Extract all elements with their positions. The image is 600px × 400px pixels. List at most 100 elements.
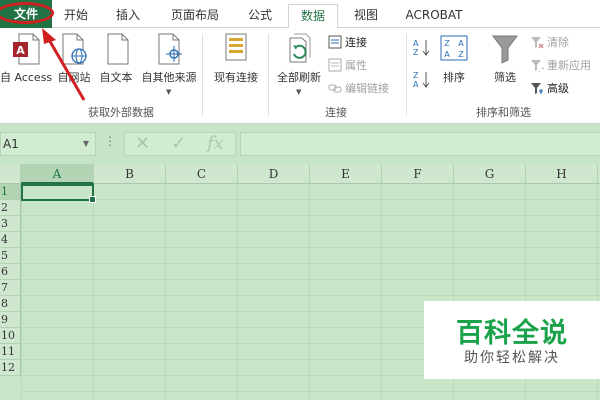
svg-text:Z: Z	[444, 39, 450, 48]
row-header[interactable]: 1	[0, 184, 21, 200]
existing-connections-icon	[225, 33, 247, 61]
tab-file[interactable]: 文件	[0, 0, 52, 28]
advanced-filter-button[interactable]: 高级	[530, 80, 569, 96]
row-header[interactable]: 7	[0, 280, 21, 296]
row-header[interactable]: 11	[0, 344, 21, 360]
access-icon: A	[13, 33, 40, 65]
from-web-label: 自网站	[57, 71, 91, 84]
ribbon-data: A 自 Access 自网站 自文本 自其他来源 ▼ 获取外部数据 现有连接 全…	[0, 28, 600, 124]
ribbon-separator	[406, 34, 407, 116]
group-label-sort-filter: 排序和筛选	[476, 106, 531, 119]
chevron-down-icon[interactable]: ▼	[83, 133, 89, 155]
row-header[interactable]: 6	[0, 264, 21, 280]
svg-text:A: A	[458, 39, 464, 48]
clear-filter-button[interactable]: 清除	[530, 34, 569, 50]
group-label-external-data: 获取外部数据	[88, 106, 154, 119]
existing-connections-label: 现有连接	[214, 71, 258, 84]
svg-text:A: A	[413, 80, 419, 88]
web-icon	[62, 33, 87, 65]
column-header[interactable]: D	[238, 164, 310, 184]
formula-input[interactable]	[240, 132, 600, 156]
row-header[interactable]: 10	[0, 328, 21, 344]
row-header[interactable]: 2	[0, 200, 21, 216]
column-header[interactable]: A	[21, 164, 94, 184]
properties-icon	[328, 58, 342, 72]
svg-text:Z: Z	[413, 48, 419, 56]
sort-ascending-button[interactable]: A Z	[412, 38, 432, 56]
from-other-sources-label: 自其他来源	[141, 71, 197, 84]
tab-home[interactable]: 开始	[54, 4, 98, 28]
edit-links-label: 编辑链接	[345, 82, 389, 95]
tab-page-layout[interactable]: 页面布局	[160, 4, 230, 28]
tab-view[interactable]: 视图	[344, 4, 388, 28]
tab-acrobat[interactable]: ACROBAT	[398, 4, 470, 28]
edit-links-icon	[328, 84, 342, 93]
sort-dialog-icon: Z A A Z	[440, 35, 468, 61]
sort-button[interactable]: Z A A Z 排序	[436, 32, 472, 85]
from-access-label: 自 Access	[0, 71, 53, 84]
chevron-down-icon: ▼	[166, 88, 172, 96]
reapply-label: 重新应用	[547, 59, 591, 72]
watermark-title: 百科全说	[456, 318, 568, 349]
sort-label: 排序	[443, 71, 465, 84]
row-header[interactable]: 3	[0, 216, 21, 232]
advanced-filter-icon	[531, 83, 543, 94]
select-all-corner[interactable]	[0, 164, 21, 184]
group-label-connections: 连接	[325, 106, 347, 119]
refresh-all-label: 全部刷新	[277, 71, 321, 84]
name-box[interactable]: A1 ▼	[0, 132, 96, 156]
properties-label: 属性	[345, 59, 367, 72]
tab-data[interactable]: 数据	[288, 4, 338, 29]
connections-label: 连接	[345, 36, 367, 49]
from-text-button[interactable]: 自文本	[96, 32, 136, 85]
formula-buttons: ✕ ✓ fx	[124, 132, 236, 156]
from-other-sources-button[interactable]: 自其他来源 ▼	[138, 32, 200, 96]
edit-links-button[interactable]: 编辑链接	[328, 80, 389, 96]
from-access-button[interactable]: A 自 Access	[0, 32, 52, 85]
svg-text:Z: Z	[413, 71, 419, 80]
tab-insert[interactable]: 插入	[106, 4, 150, 28]
row-header[interactable]: 9	[0, 312, 21, 328]
ribbon-tab-bar: 文件 开始 插入 页面布局 公式 数据 视图 ACROBAT	[0, 0, 600, 29]
refresh-all-button[interactable]: 全部刷新 ▼	[272, 32, 326, 96]
advanced-filter-label: 高级	[547, 82, 569, 95]
column-header[interactable]: F	[382, 164, 454, 184]
filter-icon	[492, 35, 518, 64]
column-header[interactable]: E	[310, 164, 382, 184]
row-header[interactable]: 4	[0, 232, 21, 248]
column-header[interactable]: H	[526, 164, 598, 184]
tab-formulas[interactable]: 公式	[238, 4, 282, 28]
reapply-icon	[531, 60, 544, 72]
connections-icon	[328, 35, 342, 49]
row-header[interactable]: 12	[0, 360, 21, 376]
reapply-button[interactable]: 重新应用	[530, 57, 591, 73]
svg-text:A: A	[444, 50, 450, 59]
enter-icon[interactable]: ✓	[171, 133, 186, 155]
other-sources-icon	[158, 33, 182, 65]
ribbon-separator	[268, 34, 269, 116]
properties-button[interactable]: 属性	[328, 57, 367, 73]
sort-descending-button[interactable]: Z A	[412, 70, 432, 88]
insert-function-icon[interactable]: fx	[207, 133, 224, 155]
formula-bar: A1 ▼ ⋮ ✕ ✓ fx	[0, 124, 600, 164]
from-text-label: 自文本	[99, 71, 133, 84]
filter-button[interactable]: 筛选	[484, 32, 526, 85]
sort-za-icon: Z A	[413, 71, 430, 88]
row-header[interactable]: 8	[0, 296, 21, 312]
sort-az-icon: A Z	[413, 39, 430, 56]
text-file-icon	[107, 33, 129, 65]
row-header[interactable]: 5	[0, 248, 21, 264]
connections-button[interactable]: 连接	[328, 34, 367, 50]
existing-connections-button[interactable]: 现有连接	[206, 32, 266, 85]
selected-cell[interactable]	[21, 184, 96, 203]
cancel-icon[interactable]: ✕	[135, 133, 150, 155]
watermark-subtitle: 助你轻松解决	[464, 350, 560, 366]
clear-filter-label: 清除	[547, 36, 569, 49]
column-header[interactable]: B	[94, 164, 166, 184]
from-web-button[interactable]: 自网站	[54, 32, 94, 85]
svg-text:Z: Z	[458, 50, 464, 59]
column-header[interactable]: C	[166, 164, 238, 184]
column-header[interactable]: G	[454, 164, 526, 184]
svg-text:A: A	[413, 39, 419, 48]
ribbon-separator	[202, 34, 203, 116]
